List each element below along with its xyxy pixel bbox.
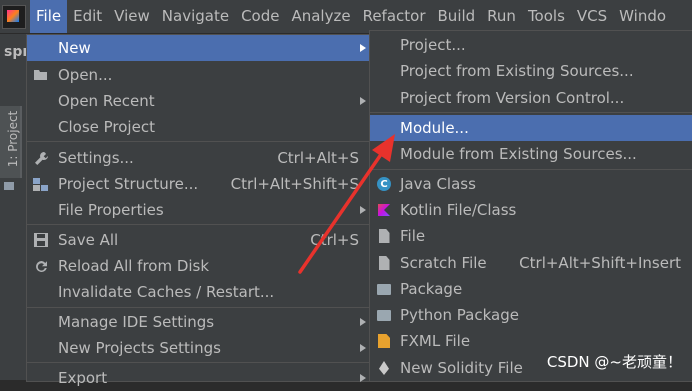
annotation-arrow xyxy=(298,134,395,274)
watermark-text: CSDN @~老顽童！ xyxy=(546,353,682,371)
